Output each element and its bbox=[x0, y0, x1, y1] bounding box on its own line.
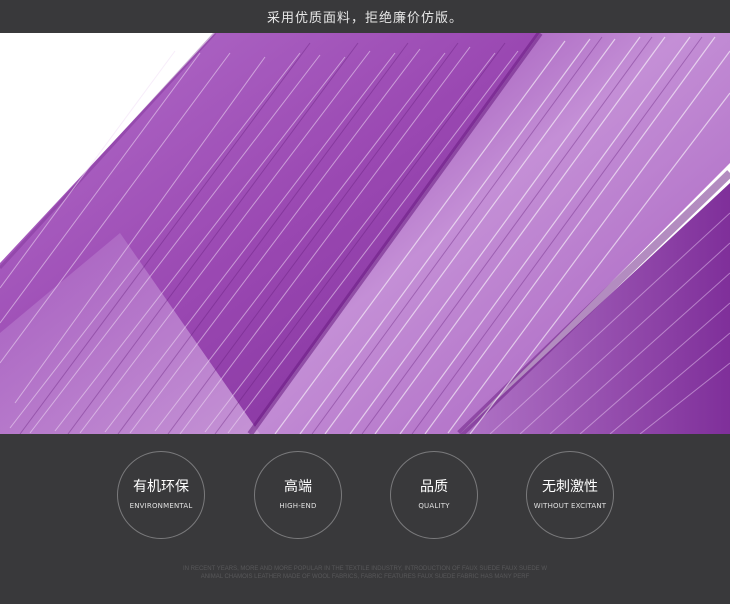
feature-subtitle: HIGH-END bbox=[279, 502, 317, 510]
feature-title: 高端 bbox=[284, 479, 312, 495]
product-fabric-image bbox=[0, 33, 730, 434]
feature-subtitle: ENVIRONMENTAL bbox=[129, 502, 193, 510]
fine-print-line-1: IN RECENT YEARS, MORE AND MORE POPULAR I… bbox=[182, 566, 548, 572]
feature-title: 无刺激性 bbox=[542, 479, 598, 495]
feature-badge-environmental: 有机环保 ENVIRONMENTAL bbox=[117, 451, 205, 539]
feature-section: 有机环保 ENVIRONMENTAL 高端 HIGH-END 品质 QUALIT… bbox=[0, 434, 730, 604]
feature-badge-high-end: 高端 HIGH-END bbox=[254, 451, 342, 539]
banner-text: 采用优质面料，拒绝廉价仿版。 bbox=[266, 11, 463, 26]
fine-print: IN RECENT YEARS, MORE AND MORE POPULAR I… bbox=[0, 565, 730, 581]
feature-badge-without-excitant: 无刺激性 WITHOUT EXCITANT bbox=[526, 451, 614, 539]
fine-print-line-2: ANIMAL CHAMOIS LEATHER MADE OF WOOL FABR… bbox=[200, 574, 530, 580]
fabric-illustration bbox=[0, 33, 730, 434]
top-banner: 采用优质面料，拒绝廉价仿版。 bbox=[0, 0, 730, 33]
feature-title: 有机环保 bbox=[133, 479, 189, 495]
feature-subtitle: QUALITY bbox=[418, 502, 450, 510]
feature-title: 品质 bbox=[420, 479, 448, 495]
feature-badge-quality: 品质 QUALITY bbox=[390, 451, 478, 539]
feature-subtitle: WITHOUT EXCITANT bbox=[533, 502, 607, 510]
